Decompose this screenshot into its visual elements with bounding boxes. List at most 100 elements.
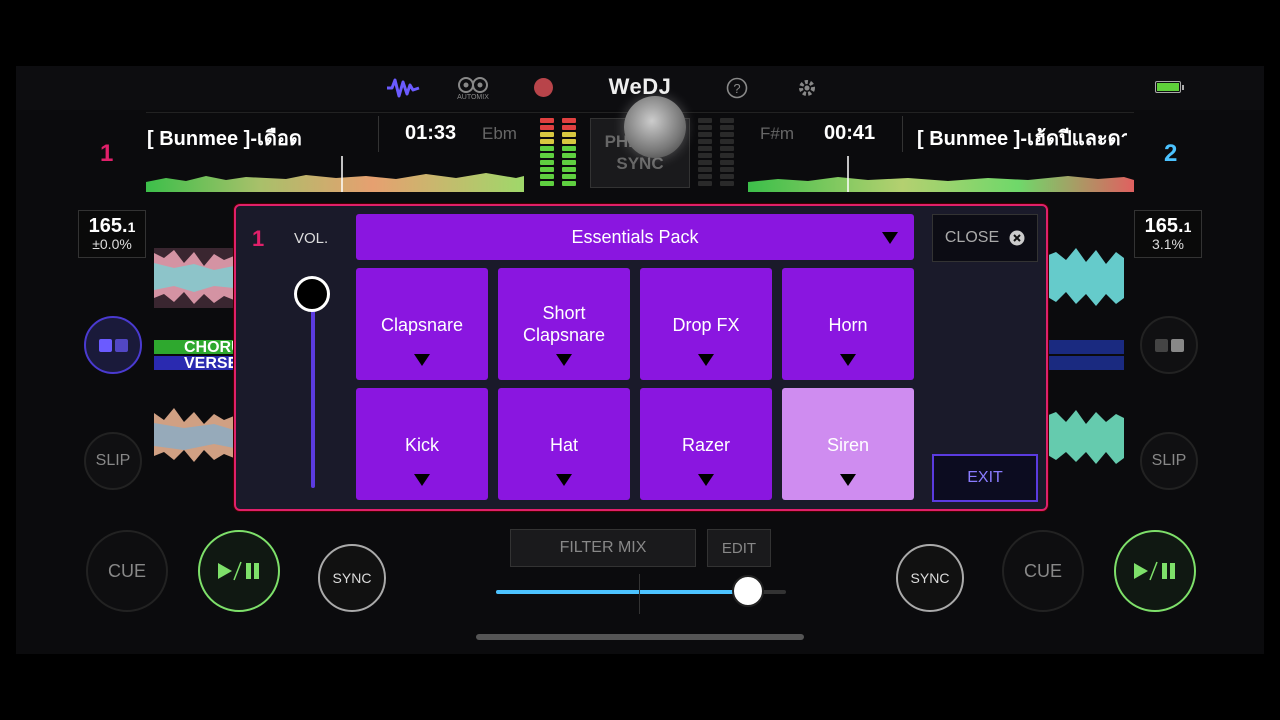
sampler-pads-icon xyxy=(1154,338,1184,352)
deck2-sampler-toggle[interactable] xyxy=(1140,316,1198,374)
chevron-down-icon xyxy=(840,354,856,366)
crossfader-center-mark xyxy=(639,574,640,614)
deck1-bpm-decimal: 1 xyxy=(127,219,136,235)
chevron-down-icon xyxy=(882,232,898,244)
chevron-down-icon xyxy=(556,354,572,366)
pad-label: Siren xyxy=(826,435,870,455)
sampler-pads-icon xyxy=(98,338,128,352)
deck1-sync-button[interactable]: SYNC xyxy=(318,544,386,612)
deck1-number: 1 xyxy=(100,140,114,167)
deck1-time: 01:33 xyxy=(405,122,457,144)
battery-icon xyxy=(1152,78,1186,96)
chevron-down-icon xyxy=(414,474,430,486)
deck2-bpm-decimal: 1 xyxy=(1183,219,1192,235)
record-icon xyxy=(533,77,553,97)
sampler-panel: 1 VOL. Essentials Pack CLOSE Clapsnare S… xyxy=(234,204,1048,511)
deck2-level-meter xyxy=(698,118,742,188)
sample-pack-name: Essentials Pack xyxy=(571,226,699,247)
pad-label: Clapsnare xyxy=(380,315,464,335)
help-icon: ? xyxy=(726,77,748,99)
automix-icon xyxy=(458,76,488,93)
close-label: CLOSE xyxy=(944,229,1000,246)
deck1-level-meter xyxy=(540,118,584,188)
exit-button[interactable]: EXIT xyxy=(932,454,1038,502)
volume-slider-track[interactable] xyxy=(311,292,315,488)
sampler-pad-horn[interactable]: Horn xyxy=(782,268,914,380)
deck2-pitch: 3.1% xyxy=(1152,236,1184,252)
deck2-cue-button[interactable]: CUE xyxy=(1002,530,1084,612)
deck2-track-title[interactable]: [ Bunmee ]-เฮ้ดปีและดาว xyxy=(917,122,1127,154)
deck1-bpm: 165. xyxy=(88,215,128,237)
chevron-down-icon xyxy=(556,474,572,486)
crossfader-fill xyxy=(496,590,749,594)
close-icon xyxy=(1009,230,1025,246)
chevron-down-icon xyxy=(414,354,430,366)
meter-column xyxy=(698,118,712,188)
deck1-sampler-toggle[interactable] xyxy=(84,316,142,374)
deck1-track-title[interactable]: [ Bunmee ]-เดือด xyxy=(147,122,373,154)
sampler-pad-short-clapsnare[interactable]: Short Clapsnare xyxy=(498,268,630,380)
sampler-deck-number: 1 xyxy=(252,226,265,251)
volume-label: VOL. xyxy=(294,230,329,247)
chevron-down-icon xyxy=(698,354,714,366)
sampler-pad-clapsnare[interactable]: Clapsnare xyxy=(356,268,488,380)
deck1-play-pause-button[interactable] xyxy=(198,530,280,612)
meter-column xyxy=(720,118,734,188)
deck1-key: Ebm xyxy=(482,124,517,143)
settings-button[interactable] xyxy=(794,75,820,101)
deck1-pitch: ±0.0% xyxy=(92,236,132,252)
sampler-pad-siren[interactable]: Siren xyxy=(782,388,914,500)
pad-label-line2: Clapsnare xyxy=(522,325,606,345)
deck2-key: F#m xyxy=(760,124,794,143)
help-button[interactable]: ? xyxy=(724,75,750,101)
record-button[interactable] xyxy=(532,76,554,98)
pad-label: Razer xyxy=(681,435,730,455)
pad-label: Hat xyxy=(549,435,578,455)
divider xyxy=(378,116,379,152)
deck2-slip-button[interactable]: SLIP xyxy=(1140,432,1198,490)
sampler-pad-razer[interactable]: Razer xyxy=(640,388,772,500)
meter-column xyxy=(562,118,576,188)
filter-edit-button[interactable]: EDIT xyxy=(707,529,771,567)
pad-label: Kick xyxy=(404,435,439,455)
pad-label: Horn xyxy=(828,315,868,335)
deck2-play-pause-button[interactable] xyxy=(1114,530,1196,612)
play-pause-icon xyxy=(1134,561,1175,581)
deck2-time: 00:41 xyxy=(824,122,876,144)
home-indicator xyxy=(476,634,804,640)
automix-button[interactable]: AUTOMIX xyxy=(452,72,494,104)
automix-label: AUTOMIX xyxy=(457,93,489,101)
close-button[interactable]: CLOSE xyxy=(932,214,1038,262)
deck1-phrase-label-verse: VERSE xyxy=(184,355,234,372)
deck1-cue-button[interactable]: CUE xyxy=(86,530,168,612)
play-pause-icon xyxy=(218,561,259,581)
chevron-down-icon xyxy=(698,474,714,486)
svg-text:?: ? xyxy=(733,81,740,96)
touch-indicator xyxy=(624,96,686,158)
divider xyxy=(902,116,903,152)
gear-icon xyxy=(799,80,815,96)
deck2-overview-waveform[interactable] xyxy=(748,156,1134,192)
sampler-pad-drop-fx[interactable]: Drop FX xyxy=(640,268,772,380)
volume-slider-knob[interactable] xyxy=(294,276,330,312)
waveform-view-icon[interactable] xyxy=(386,74,420,102)
deck2-bpm: 165. xyxy=(1144,215,1184,237)
deck2-waveform[interactable] xyxy=(1046,208,1124,504)
deck1-slip-button[interactable]: SLIP xyxy=(84,432,142,490)
deck2-number: 2 xyxy=(1164,140,1178,167)
pad-label-line1: Short xyxy=(542,303,586,323)
chevron-down-icon xyxy=(840,474,856,486)
sampler-pad-kick[interactable]: Kick xyxy=(356,388,488,500)
deck2-bpm-display[interactable]: 165.1 3.1% xyxy=(1134,210,1202,258)
deck1-overview-waveform[interactable] xyxy=(146,156,524,192)
app-logo: WeDJ xyxy=(608,74,672,99)
deck1-waveform[interactable]: CHORUS VERSE xyxy=(154,208,234,504)
pad-label: Drop FX xyxy=(672,315,740,335)
deck2-sync-button[interactable]: SYNC xyxy=(896,544,964,612)
filter-mix-button[interactable]: FILTER MIX xyxy=(510,529,696,567)
sampler-pad-hat[interactable]: Hat xyxy=(498,388,630,500)
sample-pack-selector[interactable]: Essentials Pack xyxy=(356,214,914,260)
phrase-sync-line2: SYNC xyxy=(616,154,664,173)
deck1-bpm-display[interactable]: 165.1 ±0.0% xyxy=(78,210,146,258)
meter-column xyxy=(540,118,554,188)
